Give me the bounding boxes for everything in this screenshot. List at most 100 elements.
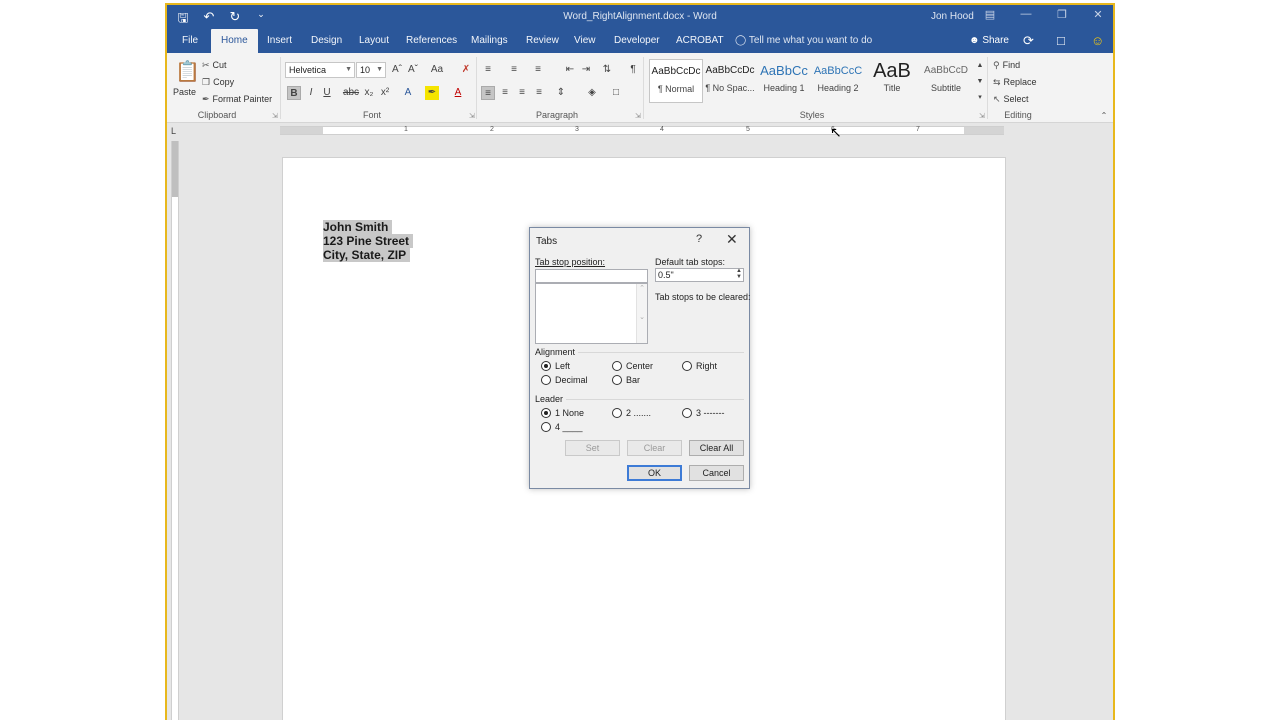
tab-stop-list[interactable]: ⌃ ⌄ bbox=[535, 283, 648, 344]
spinner-arrows-icon[interactable]: ▲ ▼ bbox=[736, 268, 742, 280]
minimize-icon[interactable]: — bbox=[1019, 8, 1033, 21]
paste-button[interactable]: Paste bbox=[173, 87, 196, 97]
select-button[interactable]: ↖ Select bbox=[993, 94, 1029, 105]
leader-dashes-radio[interactable]: 3 ------- bbox=[682, 408, 725, 418]
style-normal[interactable]: AaBbCcDc ¶ Normal bbox=[649, 59, 703, 103]
close-icon[interactable]: ✕ bbox=[726, 231, 738, 248]
text-effects-icon[interactable]: A bbox=[401, 86, 415, 100]
highlight-color-icon[interactable]: ✒ bbox=[425, 86, 439, 100]
styles-launcher-icon[interactable]: ⇲ bbox=[979, 112, 985, 120]
bullets-icon[interactable]: ≡ bbox=[481, 63, 495, 77]
tab-view[interactable]: View bbox=[572, 29, 598, 53]
tab-stop-position-input[interactable] bbox=[535, 269, 648, 283]
address-line[interactable]: City, State, ZIP bbox=[323, 248, 411, 262]
set-button[interactable]: Set bbox=[565, 440, 620, 456]
style-preview: AaBbCc bbox=[760, 63, 808, 78]
tab-home[interactable]: Home bbox=[211, 29, 258, 53]
address-line[interactable]: John Smith bbox=[323, 220, 393, 234]
tab-references[interactable]: References bbox=[404, 29, 459, 53]
selected-address-block[interactable]: John Smith 123 Pine Street City, State, … bbox=[323, 220, 414, 262]
numbering-icon[interactable]: ≡ bbox=[507, 63, 521, 77]
restore-icon[interactable]: ❐ bbox=[1055, 8, 1069, 21]
clear-all-button[interactable]: Clear All bbox=[689, 440, 744, 456]
style-title[interactable]: AaB Title bbox=[865, 59, 919, 103]
font-launcher-icon[interactable]: ⇲ bbox=[469, 112, 475, 120]
font-name-combo[interactable]: Helvetica ▼ bbox=[285, 62, 355, 78]
ribbon-display-options-icon[interactable]: ▤ bbox=[983, 8, 997, 21]
tab-design[interactable]: Design bbox=[309, 29, 344, 53]
help-icon[interactable]: ? bbox=[696, 233, 702, 245]
tab-selector-icon[interactable]: L bbox=[171, 126, 181, 136]
tab-file[interactable]: File bbox=[180, 29, 200, 53]
paragraph-launcher-icon[interactable]: ⇲ bbox=[635, 112, 641, 120]
styles-scroll-up-icon[interactable]: ▲ bbox=[973, 59, 987, 73]
underline-icon[interactable]: U bbox=[320, 86, 334, 100]
grow-font-icon[interactable]: Aˆ bbox=[390, 63, 404, 77]
align-left-icon[interactable]: ≡ bbox=[481, 86, 495, 100]
history-icon[interactable]: ⟳ bbox=[1023, 33, 1034, 49]
user-name[interactable]: Jon Hood bbox=[931, 11, 974, 22]
align-left-radio[interactable]: Left bbox=[541, 361, 570, 371]
strikethrough-icon[interactable]: abc bbox=[342, 86, 360, 100]
italic-icon[interactable]: I bbox=[304, 86, 318, 100]
borders-icon[interactable]: □ bbox=[609, 86, 623, 100]
list-scrollbar[interactable]: ⌃ ⌄ bbox=[636, 284, 647, 343]
style-heading-1[interactable]: AaBbCc Heading 1 bbox=[757, 59, 811, 103]
clear-button[interactable]: Clear bbox=[627, 440, 682, 456]
align-bar-radio[interactable]: Bar bbox=[612, 375, 640, 385]
decrease-indent-icon[interactable]: ⇤ bbox=[563, 63, 577, 77]
ok-button[interactable]: OK bbox=[627, 465, 682, 481]
default-tab-stops-spinner[interactable]: 0.5" ▲ ▼ bbox=[655, 268, 744, 282]
address-line[interactable]: 123 Pine Street bbox=[323, 234, 414, 248]
cancel-button[interactable]: Cancel bbox=[689, 465, 744, 481]
styles-more-icon[interactable]: ▾ bbox=[973, 91, 987, 105]
tab-mailings[interactable]: Mailings bbox=[469, 29, 510, 53]
tab-acrobat[interactable]: ACROBAT bbox=[674, 29, 726, 53]
style-heading-2[interactable]: AaBbCcC Heading 2 bbox=[811, 59, 865, 103]
tab-layout[interactable]: Layout bbox=[357, 29, 391, 53]
align-right-radio[interactable]: Right bbox=[682, 361, 717, 371]
format-painter-button[interactable]: ✒ Format Painter bbox=[202, 94, 272, 105]
justify-icon[interactable]: ≡ bbox=[532, 86, 546, 100]
styles-scroll-down-icon[interactable]: ▼ bbox=[973, 75, 987, 89]
cut-button[interactable]: ✂ Cut bbox=[202, 60, 227, 71]
find-button[interactable]: ⚲ Find bbox=[993, 60, 1020, 71]
align-decimal-radio[interactable]: Decimal bbox=[541, 375, 588, 385]
increase-indent-icon[interactable]: ⇥ bbox=[579, 63, 593, 77]
font-color-icon[interactable]: A bbox=[451, 86, 465, 100]
tell-me-box[interactable]: ◯ Tell me what you want to do bbox=[735, 29, 872, 53]
shrink-font-icon[interactable]: Aˇ bbox=[406, 63, 420, 77]
bold-icon[interactable]: B bbox=[287, 86, 301, 100]
style-no-spacing[interactable]: AaBbCcDc ¶ No Spac... bbox=[703, 59, 757, 103]
collapse-ribbon-icon[interactable]: ⌃ bbox=[1097, 109, 1111, 123]
close-icon[interactable]: ✕ bbox=[1091, 8, 1105, 21]
align-center-icon[interactable]: ≡ bbox=[498, 86, 512, 100]
superscript-icon[interactable]: x² bbox=[378, 86, 392, 100]
copy-button[interactable]: ❐ Copy bbox=[202, 77, 234, 88]
style-subtitle[interactable]: AaBbCcD Subtitle bbox=[919, 59, 973, 103]
clipboard-launcher-icon[interactable]: ⇲ bbox=[272, 112, 278, 120]
smiley-feedback-icon[interactable]: ☺ bbox=[1091, 33, 1104, 48]
subscript-icon[interactable]: x₂ bbox=[362, 86, 376, 100]
leader-none-radio[interactable]: 1 None bbox=[541, 408, 584, 418]
shading-icon[interactable]: ◈ bbox=[585, 86, 599, 100]
paste-icon[interactable]: 📋 bbox=[175, 59, 200, 84]
share-button[interactable]: ☻ Share bbox=[969, 29, 1009, 53]
leader-underline-radio[interactable]: 4 ____ bbox=[541, 422, 583, 432]
leader-dots-radio[interactable]: 2 ....... bbox=[612, 408, 651, 418]
clear-formatting-icon[interactable]: ✗ bbox=[459, 63, 473, 77]
multilevel-list-icon[interactable]: ≡ bbox=[531, 63, 545, 77]
font-size-combo[interactable]: 10 ▼ bbox=[356, 62, 386, 78]
horizontal-ruler[interactable]: 1 2 3 4 5 6 7 bbox=[280, 126, 1004, 135]
replace-button[interactable]: ⇆ Replace bbox=[993, 77, 1037, 88]
sort-icon[interactable]: ⇅ bbox=[600, 63, 614, 77]
line-spacing-icon[interactable]: ⇕ bbox=[554, 86, 568, 100]
tab-review[interactable]: Review bbox=[524, 29, 561, 53]
tab-insert[interactable]: Insert bbox=[265, 29, 294, 53]
align-center-radio[interactable]: Center bbox=[612, 361, 653, 371]
tab-developer[interactable]: Developer bbox=[612, 29, 662, 53]
align-right-icon[interactable]: ≡ bbox=[515, 86, 529, 100]
comments-icon[interactable]: □ bbox=[1057, 33, 1065, 48]
show-formatting-marks-icon[interactable]: ¶ bbox=[626, 63, 640, 77]
change-case-icon[interactable]: Aa bbox=[427, 63, 447, 77]
